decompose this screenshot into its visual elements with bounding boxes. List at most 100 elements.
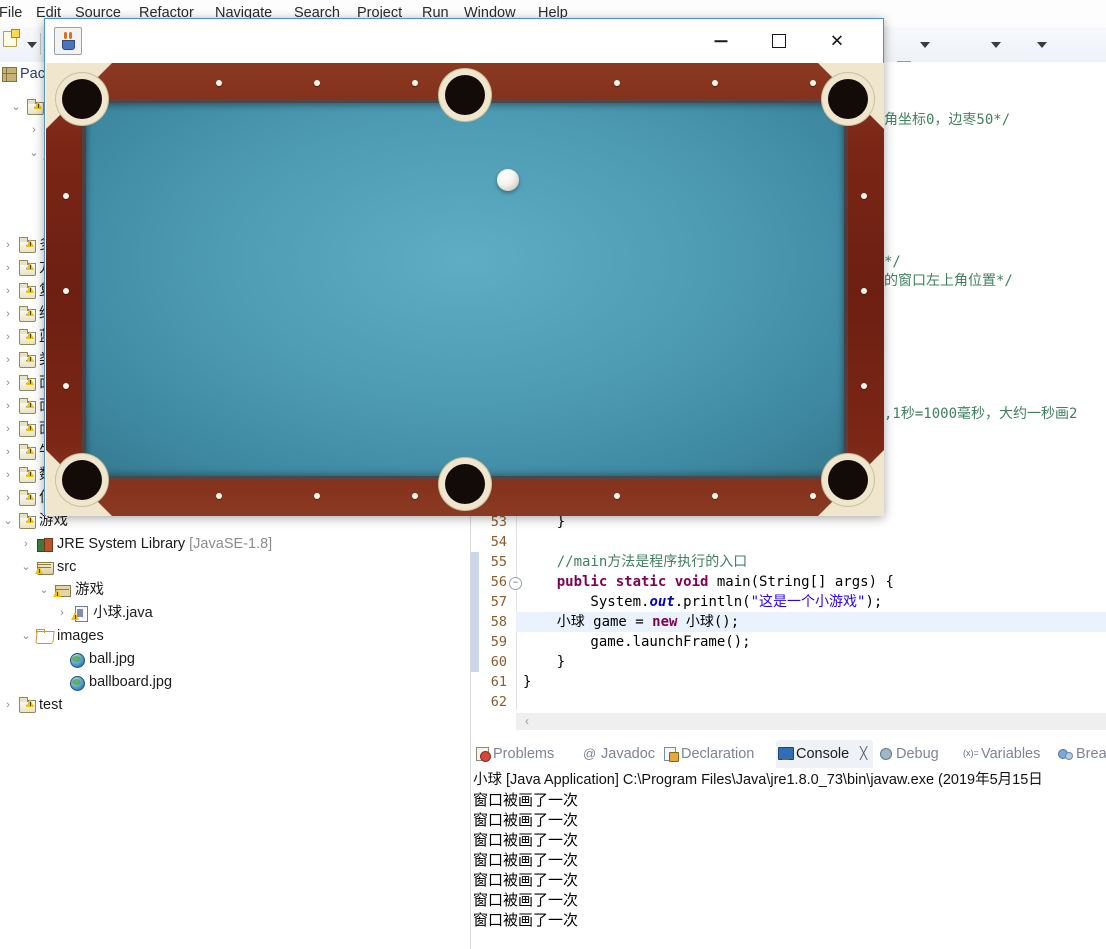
tab-debug[interactable]: Debug (876, 740, 939, 768)
maximize-button[interactable] (756, 19, 802, 63)
console-line: 窗口被画了一次 (473, 832, 579, 849)
java-project-icon: J (18, 280, 36, 303)
tree-twisty[interactable]: › (2, 349, 14, 372)
diamond-marker (810, 493, 816, 499)
java-window-titlebar[interactable]: ✕ (45, 19, 883, 63)
tree-twisty[interactable]: › (2, 464, 14, 487)
tab-label: Problems (493, 746, 555, 762)
tab-brea[interactable]: Brea (1056, 740, 1106, 768)
chevron-down-icon[interactable] (920, 42, 930, 48)
tab-declaration[interactable]: Declaration (661, 740, 754, 768)
fold-toggle-icon[interactable]: − (509, 577, 522, 590)
tree-twisty[interactable]: › (56, 602, 68, 625)
tree-twisty[interactable]: ⌄ (20, 556, 32, 579)
tab-label: Brea (1076, 746, 1106, 762)
java-project-icon: J (18, 487, 36, 510)
pocket-bottom-left (62, 460, 102, 500)
tree-item-label: ball.jpg (89, 651, 135, 667)
tab-console[interactable]: Console ╳ (776, 740, 874, 768)
diamond-marker (861, 288, 867, 294)
cue-ball[interactable] (497, 169, 519, 191)
diamond-marker (712, 493, 718, 499)
console-line: 窗口被画了一次 (473, 852, 579, 869)
tree-twisty[interactable]: ⌄ (38, 579, 50, 602)
tree-twisty[interactable]: › (2, 234, 14, 257)
line-number: 62 (490, 694, 507, 710)
code-comment: */ (884, 254, 901, 270)
tree-item-label: ballboard.jpg (89, 674, 173, 690)
diamond-marker (861, 193, 867, 199)
tab-label: Javadoc (601, 746, 656, 762)
tab-label: Declaration (681, 746, 755, 762)
editor-horizontal-scrollbar[interactable]: ‹ (516, 713, 1106, 730)
pocket-bottom-right (828, 460, 868, 500)
scroll-left-icon[interactable]: ‹ (520, 714, 534, 729)
java-project-icon: J (18, 464, 36, 487)
tree-twisty[interactable]: › (2, 694, 14, 717)
code-line: public static void main(String[] args) { (556, 574, 894, 590)
tree-twisty[interactable]: › (28, 119, 40, 142)
java-project-icon: J (18, 234, 36, 257)
tree-twisty[interactable]: › (2, 372, 14, 395)
line-number: 58 (490, 614, 507, 630)
tab-javadoc[interactable]: @ Javadoc (581, 740, 655, 768)
chevron-down-icon[interactable] (991, 42, 1001, 48)
diamond-marker (614, 80, 620, 86)
console-line: 窗口被画了一次 (473, 792, 579, 809)
tree-item-label: 小球.java (93, 605, 153, 621)
java-project-icon: J (18, 257, 36, 280)
minimize-button[interactable] (698, 19, 744, 63)
code-comment: 角坐标0，边栆50*/ (884, 112, 1011, 128)
diamond-marker (614, 493, 620, 499)
code-line: } (523, 654, 566, 670)
chevron-down-icon[interactable] (27, 42, 37, 48)
tree-twisty[interactable]: › (2, 280, 14, 303)
console-line: 窗口被画了一次 (473, 872, 579, 889)
tree-item-label: src (57, 559, 77, 575)
tree-twisty[interactable]: › (2, 418, 14, 441)
close-button[interactable]: ✕ (814, 19, 860, 63)
line-number: 55 (490, 554, 507, 570)
pocket-bottom-middle (445, 464, 485, 504)
console-line: 窗口被画了一次 (473, 892, 579, 909)
line-number: 56 (490, 574, 507, 590)
new-icon[interactable] (3, 29, 20, 47)
java-coffee-cup-icon (54, 27, 82, 55)
tree-twisty[interactable]: › (2, 395, 14, 418)
console-output[interactable]: 窗口被画了一次 窗口被画了一次 窗口被画了一次 窗口被画了一次 窗口被画了一次 窗口被画了… (473, 791, 1103, 947)
library-icon (36, 533, 53, 556)
diamond-marker (63, 193, 69, 199)
tree-twisty[interactable]: › (2, 441, 14, 464)
tab-problems[interactable]: Problems (473, 740, 554, 768)
tree-twisty[interactable]: ⌄ (10, 96, 22, 119)
tree-twisty[interactable]: › (2, 257, 14, 280)
java-project-icon: J (18, 694, 36, 717)
tree-twisty[interactable]: › (20, 533, 32, 556)
code-comment: 的窗口左上角位置*/ (884, 273, 1013, 289)
diamond-marker (412, 80, 418, 86)
tree-item-label: 游戏 (75, 582, 104, 598)
tab-variables[interactable]: (x)= Variables (961, 740, 1040, 768)
tree-twisty[interactable]: › (2, 487, 14, 510)
package-explorer-icon (2, 67, 17, 82)
chevron-down-icon[interactable] (1037, 42, 1047, 48)
java-application-window[interactable]: ✕ (44, 18, 884, 516)
pool-table-canvas[interactable] (46, 63, 884, 516)
tree-twisty[interactable]: ⌄ (2, 510, 14, 533)
tree-twisty[interactable]: › (2, 303, 14, 326)
tree-twisty[interactable]: › (2, 326, 14, 349)
pocket-top-left (62, 79, 102, 119)
close-icon[interactable]: ╳ (860, 746, 867, 761)
tree-twisty[interactable]: ⌄ (28, 142, 40, 165)
code-line: } (523, 674, 532, 690)
tree-twisty[interactable]: ⌄ (20, 625, 32, 648)
image-file-icon (68, 671, 85, 694)
menu-item-file[interactable]: File (0, 4, 25, 23)
console-process-label: 小球 [Java Application] C:\Program Files\J… (473, 772, 1043, 788)
diamond-marker (412, 493, 418, 499)
line-number: 59 (490, 634, 507, 650)
code-line: System.out.println("这是一个小游戏"); (523, 594, 883, 610)
diamond-marker (63, 383, 69, 389)
toolbar-separator (40, 33, 41, 55)
java-project-icon: J (18, 326, 36, 349)
